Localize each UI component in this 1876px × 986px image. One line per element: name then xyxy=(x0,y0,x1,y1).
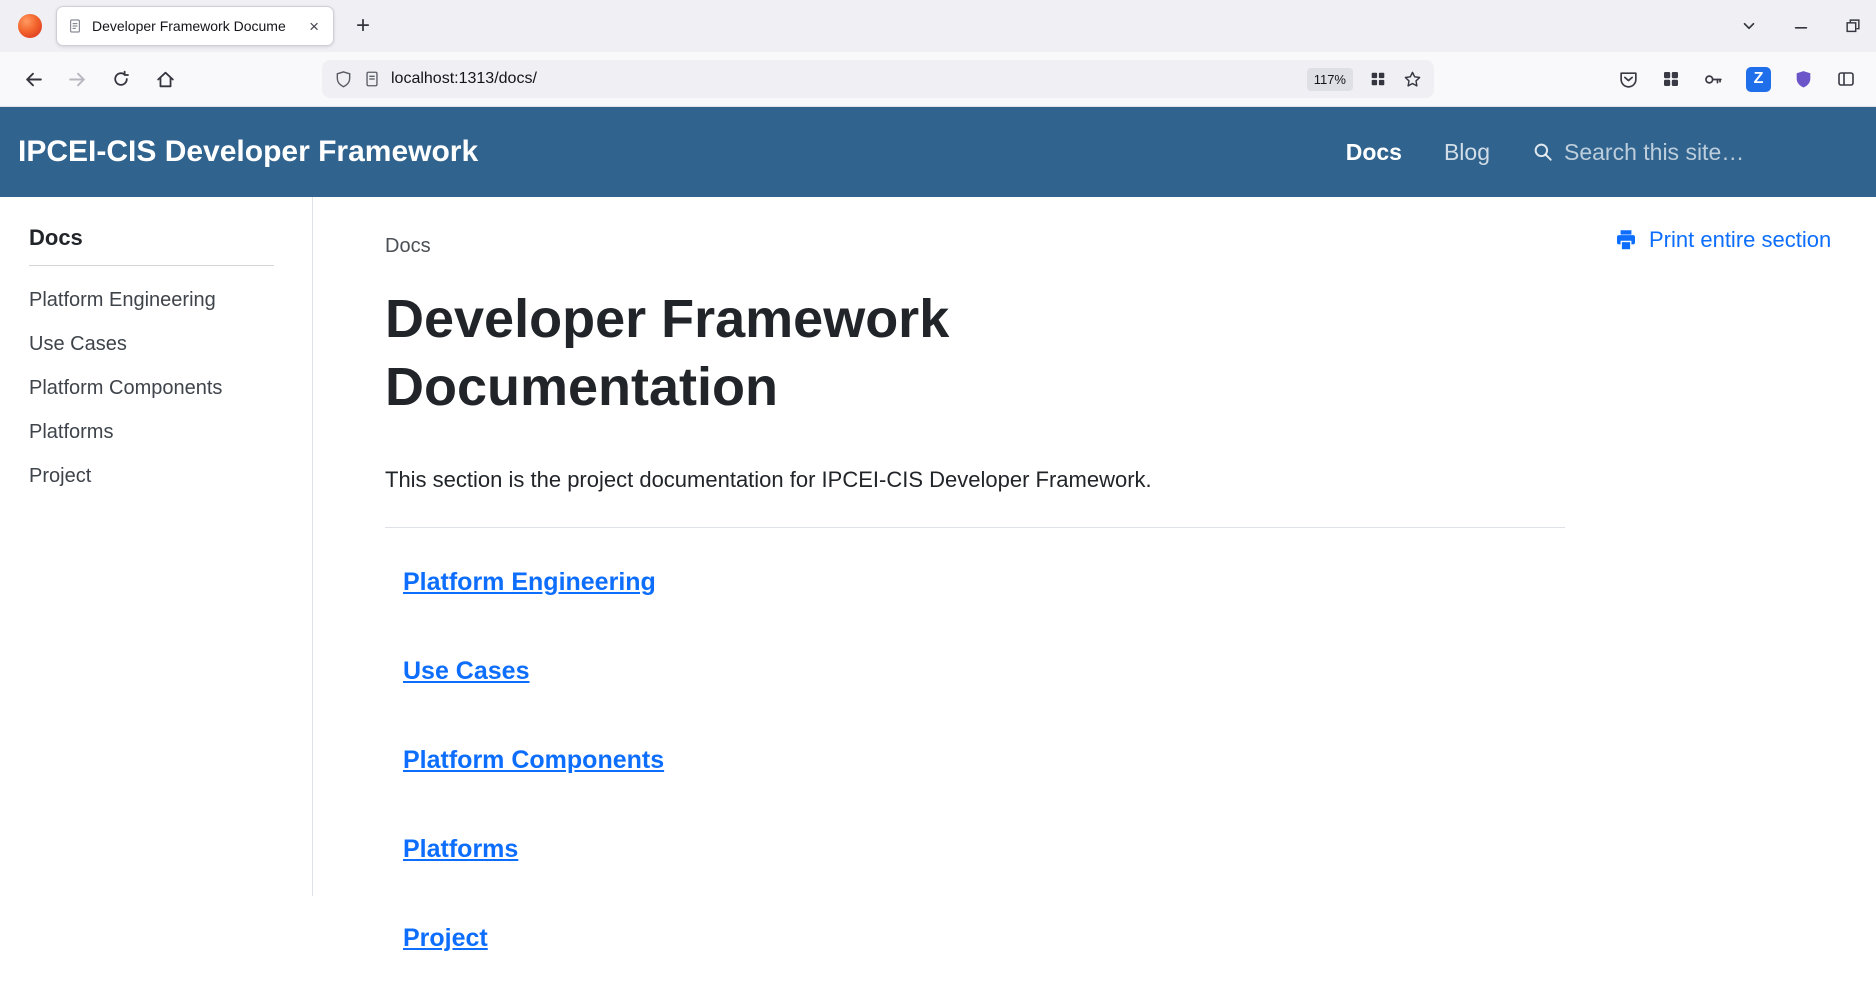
sidebar-toggle-icon[interactable] xyxy=(1836,69,1856,89)
divider xyxy=(385,527,1565,528)
page-info-icon[interactable] xyxy=(363,70,381,88)
section-link-project[interactable]: Project xyxy=(403,924,1565,953)
new-tab-button[interactable]: + xyxy=(348,12,378,40)
sidebar-item-use-cases[interactable]: Use Cases xyxy=(29,330,312,358)
breadcrumb[interactable]: Docs xyxy=(385,235,1565,258)
sidebar-item-platform-components[interactable]: Platform Components xyxy=(29,374,312,402)
section-link-platform-engineering[interactable]: Platform Engineering xyxy=(403,568,1565,597)
printer-icon xyxy=(1613,227,1639,253)
url-text[interactable]: localhost:1313/docs/ xyxy=(391,70,1297,88)
site-search[interactable] xyxy=(1532,139,1782,166)
browser-tab[interactable]: Developer Framework Docume × xyxy=(56,6,334,46)
window-restore-button[interactable] xyxy=(1844,17,1862,35)
browser-toolbar: localhost:1313/docs/ 117% Z xyxy=(0,52,1876,107)
main-content: Docs Developer Framework Documentation T… xyxy=(313,197,1590,896)
password-key-icon[interactable] xyxy=(1703,69,1724,90)
extensions-icon[interactable] xyxy=(1661,69,1681,89)
page-title: Developer Framework Documentation xyxy=(385,286,1205,421)
intro-paragraph: This section is the project documentatio… xyxy=(385,467,1565,493)
z-extension-icon[interactable]: Z xyxy=(1746,67,1771,92)
firefox-profile-icon[interactable] xyxy=(18,14,42,38)
sidebar-item-platforms[interactable]: Platforms xyxy=(29,418,312,446)
tab-list-chevron-icon[interactable] xyxy=(1740,17,1758,35)
privacy-shield-extension-icon[interactable] xyxy=(1793,69,1814,90)
browser-tab-bar: Developer Framework Docume × + xyxy=(0,0,1876,52)
window-minimize-button[interactable] xyxy=(1792,17,1810,35)
print-section-label: Print entire section xyxy=(1649,227,1831,253)
bookmark-star-icon[interactable] xyxy=(1403,70,1422,89)
sidebar-heading[interactable]: Docs xyxy=(29,225,274,266)
tab-close-icon[interactable]: × xyxy=(305,16,323,37)
zoom-level-badge[interactable]: 117% xyxy=(1307,68,1353,91)
right-toolbox: Print entire section xyxy=(1590,197,1876,896)
section-link-platform-components[interactable]: Platform Components xyxy=(403,746,1565,775)
print-section-link[interactable]: Print entire section xyxy=(1613,227,1876,253)
reload-button[interactable] xyxy=(102,60,140,98)
shortcuts-grid-icon[interactable] xyxy=(1369,70,1387,88)
content-area: Docs Platform Engineering Use Cases Plat… xyxy=(0,197,1876,896)
tab-title: Developer Framework Docume xyxy=(92,18,296,34)
url-host: localhost xyxy=(391,70,454,87)
tracking-protection-shield-icon[interactable] xyxy=(334,70,353,89)
sidebar-item-project[interactable]: Project xyxy=(29,462,312,490)
search-icon xyxy=(1532,141,1554,163)
search-input[interactable] xyxy=(1564,139,1782,166)
forward-button[interactable] xyxy=(58,60,96,98)
section-link-list: Platform Engineering Use Cases Platform … xyxy=(385,568,1565,953)
site-header: IPCEI-CIS Developer Framework Docs Blog xyxy=(0,107,1876,197)
url-path: :1313/docs/ xyxy=(454,70,537,87)
section-link-use-cases[interactable]: Use Cases xyxy=(403,657,1565,686)
site-nav: Docs Blog xyxy=(1346,139,1782,166)
site-title[interactable]: IPCEI-CIS Developer Framework xyxy=(18,135,1346,169)
docs-sidebar: Docs Platform Engineering Use Cases Plat… xyxy=(0,197,313,896)
sidebar-item-platform-engineering[interactable]: Platform Engineering xyxy=(29,286,312,314)
pocket-icon[interactable] xyxy=(1618,69,1639,90)
section-link-platforms[interactable]: Platforms xyxy=(403,835,1565,864)
nav-link-blog[interactable]: Blog xyxy=(1444,139,1490,166)
home-button[interactable] xyxy=(146,60,184,98)
tab-favicon-icon xyxy=(67,18,83,34)
back-button[interactable] xyxy=(14,60,52,98)
nav-link-docs[interactable]: Docs xyxy=(1346,139,1402,166)
url-bar[interactable]: localhost:1313/docs/ 117% xyxy=(322,60,1434,98)
